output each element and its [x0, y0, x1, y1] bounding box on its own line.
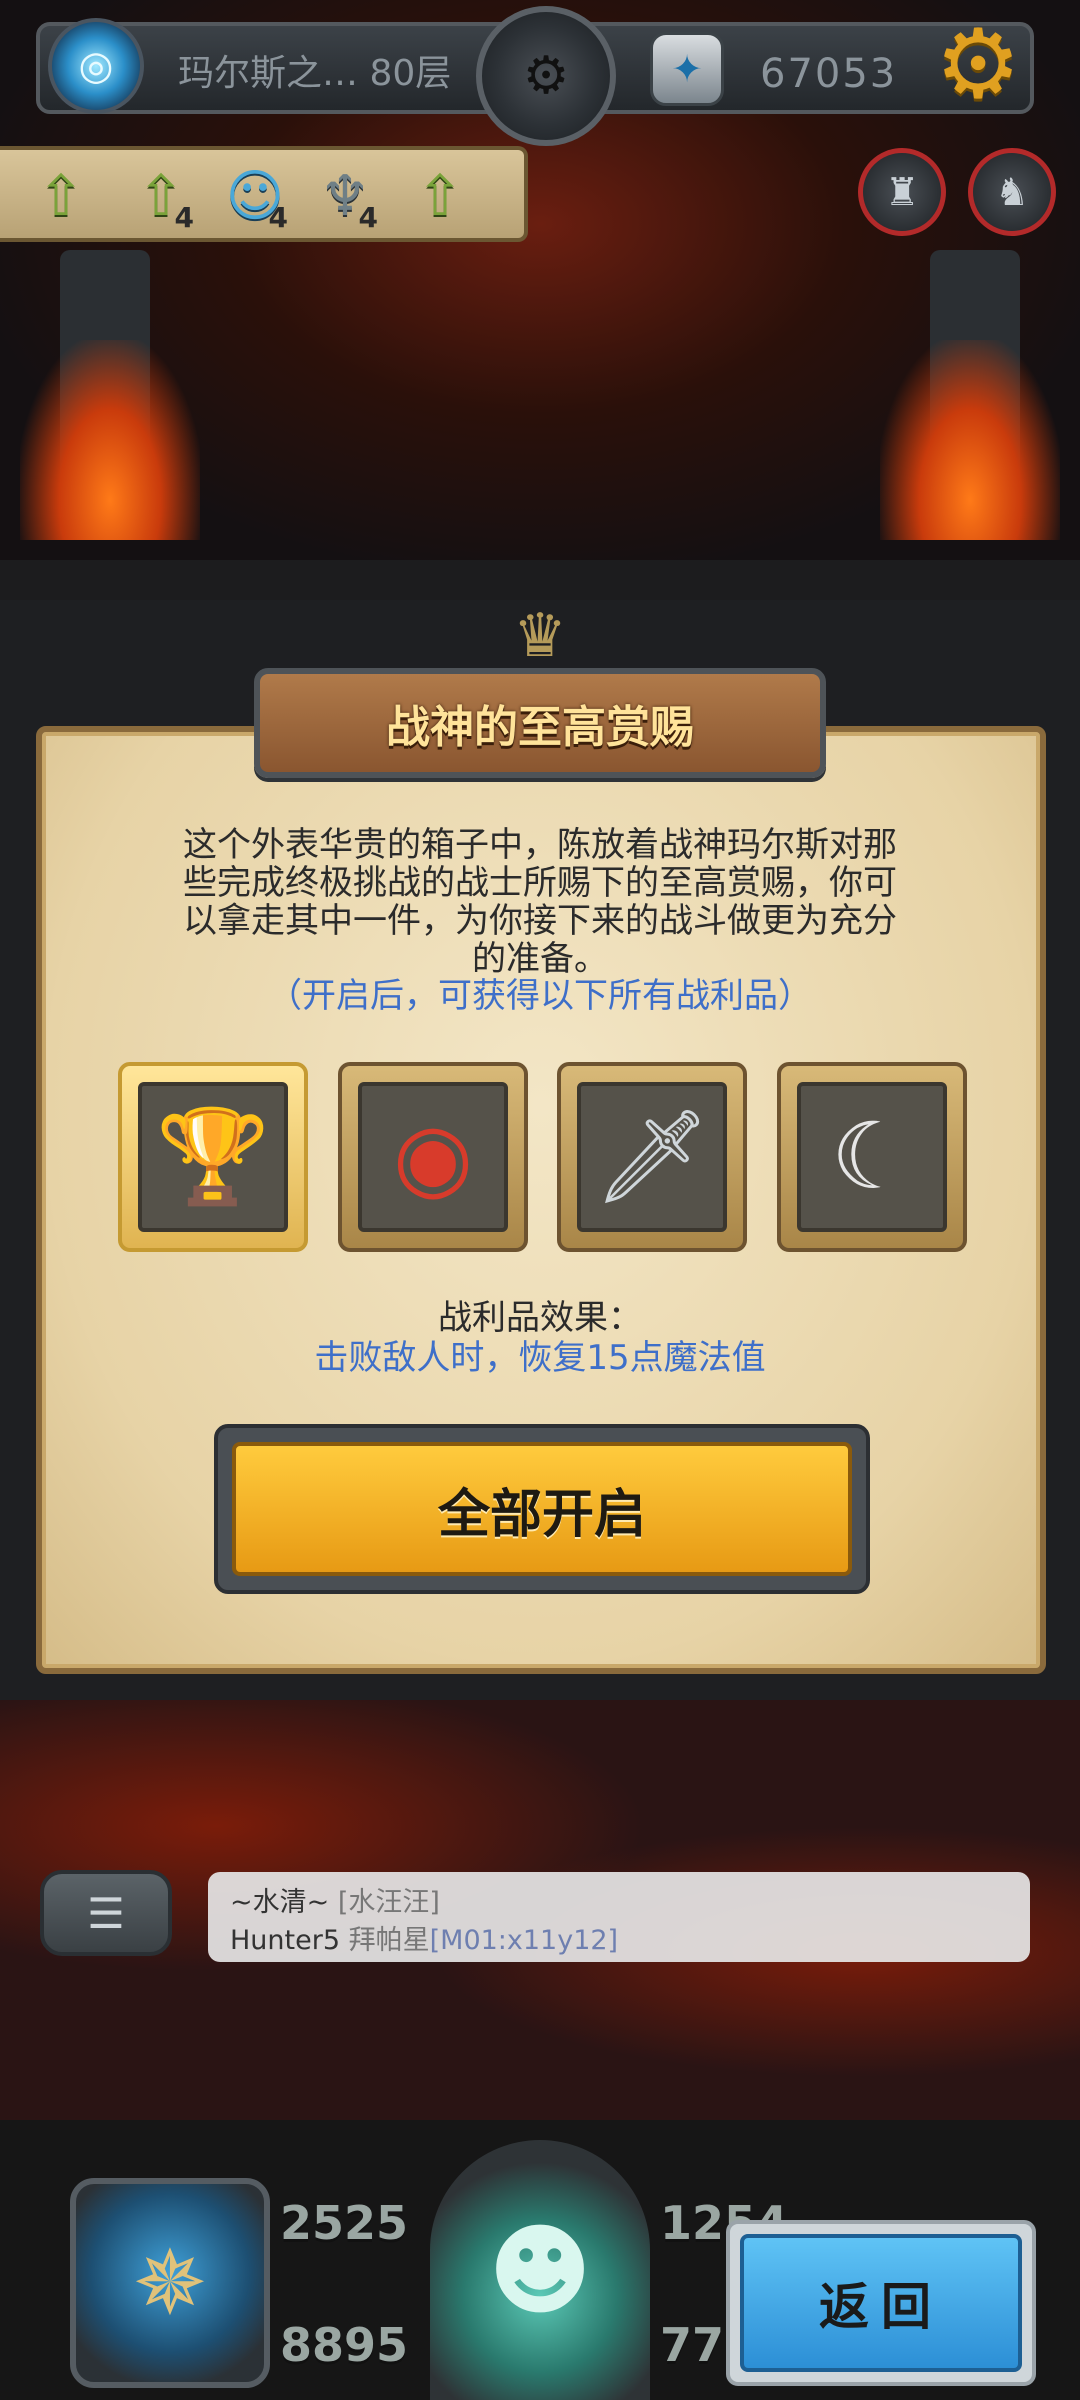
chalice-icon: 🏆: [155, 1103, 271, 1210]
pet-icon: ☻: [487, 2211, 593, 2329]
floor-label: 玛尔斯之… 80层: [178, 53, 452, 94]
buff-slot: ♆ 4: [310, 160, 380, 235]
buff-slot: ⇧ 4: [126, 160, 196, 235]
buff-count: 4: [358, 201, 378, 234]
currency-token-icon: ✦: [650, 32, 724, 106]
chat-sender: ~水清~: [230, 1887, 330, 1918]
loot-slot-chalice[interactable]: 🏆: [118, 1062, 308, 1252]
gold-stat: 77: [660, 2318, 725, 2372]
floor-wheel-icon[interactable]: ⚙: [476, 6, 616, 146]
dagger-icon: 🗡: [593, 1103, 711, 1210]
compass-icon: ✵: [132, 2230, 208, 2336]
buff-count: 4: [174, 201, 194, 234]
up-arrow-icon: ⇧: [416, 163, 464, 229]
chat-location-link[interactable]: [M01:x11y12]: [430, 1925, 619, 1956]
currency-amount: 67053: [760, 51, 898, 97]
loot-slot-dagger[interactable]: 🗡: [557, 1062, 747, 1252]
open-all-button[interactable]: 全部开启: [232, 1442, 852, 1576]
curved-blade-icon: ☾: [830, 1103, 914, 1210]
chat-line: Hunter5 拜帕星[M01:x11y12]: [230, 1918, 618, 1957]
portal-icon[interactable]: ◎: [48, 18, 144, 114]
lava-glow: [20, 340, 200, 540]
settings-gear-icon[interactable]: ⚙: [928, 14, 1028, 114]
effect-text: 击败敌人时，恢复15点魔法值: [314, 1338, 766, 1378]
dialog-note: （开启后，可获得以下所有战利品）: [268, 976, 812, 1016]
hp-stat: 8895: [280, 2318, 409, 2372]
buff-count: 4: [268, 201, 288, 234]
pet-portrait[interactable]: ☻: [430, 2140, 650, 2400]
chat-message: 拜帕星: [348, 1925, 430, 1956]
buff-slot: ⇧: [26, 160, 96, 232]
back-button[interactable]: 返回: [740, 2234, 1022, 2372]
buff-bar: ⇧ ⇧ 4 ☺ 4 ♆ 4 ⇧: [0, 146, 528, 242]
open-all-frame: 全部开启: [214, 1424, 870, 1594]
chat-sender: Hunter5: [230, 1925, 341, 1956]
monster-shortcut-button[interactable]: ♞: [968, 148, 1056, 236]
hero-portrait[interactable]: ✵: [70, 2178, 270, 2388]
chat-icon: ☰: [87, 1888, 125, 1938]
up-arrow-icon: ⇧: [37, 163, 85, 229]
attack-stat: 2525: [280, 2196, 409, 2250]
chat-tag: [水汪汪]: [337, 1887, 440, 1918]
ruby-amulet-icon: ◉: [392, 1103, 474, 1210]
loot-slot-amulet[interactable]: ◉: [338, 1062, 528, 1252]
chat-line: ~水清~ [水汪汪]: [230, 1880, 440, 1919]
buff-slot: ☺ 4: [220, 160, 290, 235]
dialog-title: 战神的至高赏赐: [386, 702, 694, 753]
stone-ledge: [0, 560, 1080, 600]
lava-glow: [880, 340, 1060, 540]
dialog-description: 这个外表华贵的箱子中，陈放着战神玛尔斯对那些完成终极挑战的战士所赐下的至高赏赐，…: [183, 825, 897, 979]
chat-toggle-button[interactable]: ☰: [40, 1870, 172, 1956]
dialog-title-plank: 战神的至高赏赐: [254, 668, 826, 778]
chat-bubble[interactable]: ~水清~ [水汪汪] Hunter5 拜帕星[M01:x11y12]: [208, 1872, 1030, 1962]
back-button-frame: 返回: [726, 2220, 1036, 2386]
character-shortcut-button[interactable]: ♜: [858, 148, 946, 236]
crown-crest-icon: ♛: [513, 601, 567, 671]
buff-slot: ⇧: [405, 160, 475, 232]
loot-slot-curved-blade[interactable]: ☾: [777, 1062, 967, 1252]
